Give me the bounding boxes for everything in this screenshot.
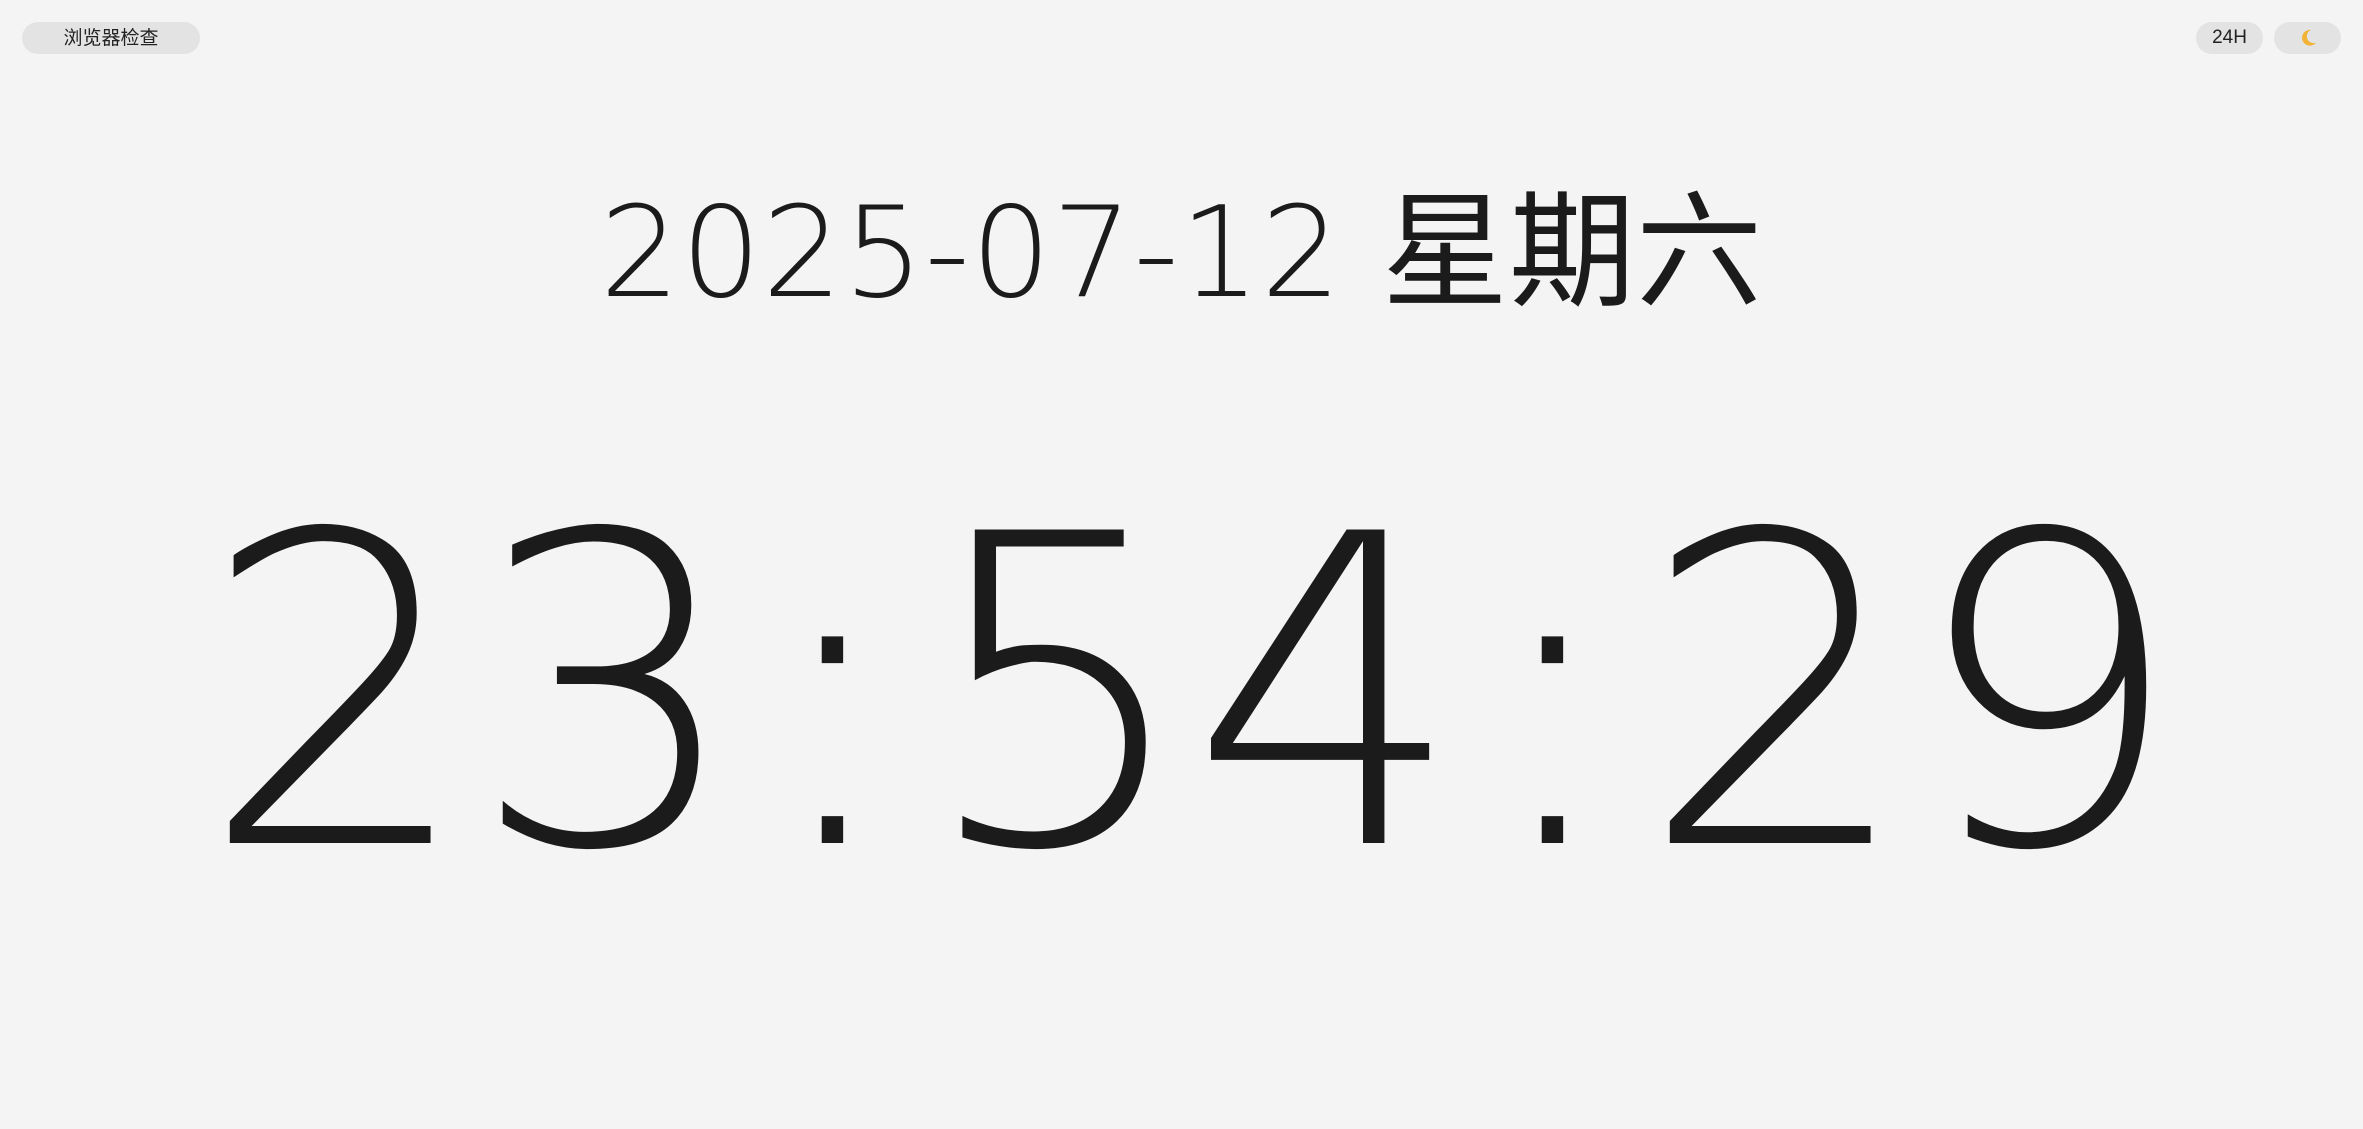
hour-digit: 3 bbox=[470, 445, 744, 945]
seconds: 2 9 bbox=[1640, 445, 2184, 945]
minutes: 5 4 bbox=[920, 445, 1464, 945]
hours: 2 3 bbox=[200, 445, 744, 945]
hour-format-toggle[interactable]: 24H bbox=[2196, 22, 2263, 54]
second-digit: 2 bbox=[1640, 445, 1914, 945]
time-separator: : bbox=[760, 445, 905, 945]
minute-digit: 4 bbox=[1190, 445, 1464, 945]
time-display: 2 3 : 5 4 : 2 9 bbox=[200, 445, 2184, 945]
browser-check-button[interactable]: 浏览器检查 bbox=[22, 22, 200, 54]
date-display: 2025-07-12 星期六 bbox=[0, 178, 2363, 328]
second-digit: 9 bbox=[1910, 445, 2184, 945]
theme-toggle-button[interactable] bbox=[2274, 22, 2341, 54]
weekday-value: 星期六 bbox=[1382, 179, 1764, 326]
minute-digit: 5 bbox=[920, 445, 1194, 945]
time-separator: : bbox=[1480, 445, 1625, 945]
date-value: 2025-07-12 bbox=[599, 179, 1343, 326]
hour-digit: 2 bbox=[200, 445, 474, 945]
moon-icon bbox=[2301, 29, 2316, 46]
